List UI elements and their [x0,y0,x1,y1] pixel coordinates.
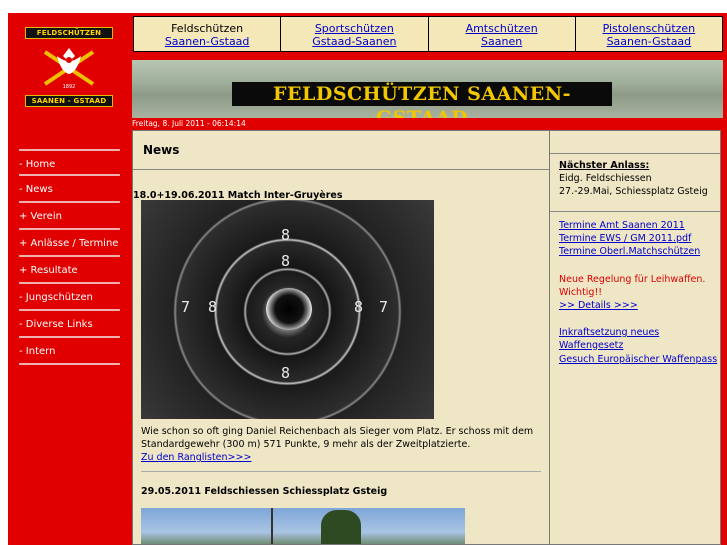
topnav-label: Gstaad-Saanen [312,35,397,48]
top-navigation: Feldschützen Saanen-Gstaad Sportschützen… [133,16,723,52]
logo-top-text: FELDSCHÜTZEN [25,27,113,39]
topnav-label: Sportschützen [314,22,394,35]
topnav-label: Saanen-Gstaad [164,35,250,48]
link-text: Gesuch Europäischer Waffenpass [559,354,718,365]
banner-title: FELDSCHÜTZEN SAANEN-GSTAAD [232,82,612,118]
topnav-feldschuetzen[interactable]: Feldschützen Saanen-Gstaad [134,17,282,51]
link-termine-amt[interactable]: Termine Amt Saanen 2011 [559,220,685,233]
club-logo[interactable]: FELDSCHÜTZEN 1892 SAANEN - GSTAAD [25,25,113,107]
right-sidebar: Nächster Anlass: Eidg. Feldschiessen 27.… [549,130,721,545]
next-event-name: Eidg. Feldschiessen [559,173,652,184]
target-number: 7 [181,298,191,316]
target-number: 8 [354,298,364,316]
target-number: 8 [281,226,291,244]
feldschiessen-photo [141,508,465,544]
target-number: 8 [281,252,291,270]
topnav-label: Saanen-Gstaad [606,35,692,48]
menu-item-jungschuetzen[interactable]: - Jungschützen [19,284,120,311]
divider [133,169,549,170]
topnav-label: Pistolenschützen [602,22,696,35]
target-number: 8 [281,364,291,382]
logo-year: 1892 [63,84,76,90]
topnav-pistolenschuetzen[interactable]: Pistolenschützen Saanen-Gstaad [576,17,722,51]
menu-item-home[interactable]: - Home [19,149,120,176]
shooting-target-image: 8 8 7 8 8 7 8 [141,200,434,419]
menu-item-diverse-links[interactable]: - Diverse Links [19,311,120,338]
news-text-line: Standardgewehr (300 m) 571 Punkte, 9 meh… [141,439,471,450]
news-text: Wie schon so oft ging Daniel Reichenbach… [141,425,533,464]
menu-item-news[interactable]: - News [19,176,120,203]
notice-wichtig: Wichtig!! [559,287,603,298]
next-event-detail: 27.-29.Mai, Schiessplatz Gsteig [559,186,708,197]
ranglisten-link[interactable]: Zu den Ranglisten>>> [141,451,533,464]
crossed-rifles-eagle-icon: 1892 [43,48,95,90]
link-text: >> Details >>> [559,300,638,311]
flag-pole [271,508,273,544]
link-waffengesetz[interactable]: Inkraftsetzung neues Waffengesetz [559,327,720,352]
topnav-label: Feldschützen [171,22,244,35]
logo-bottom-text: SAANEN - GSTAAD [25,95,113,107]
menu-item-anlaesse[interactable]: + Anlässe / Termine [19,230,120,257]
left-menu: - Home - News + Verein + Anlässe / Termi… [19,149,120,365]
news-text-line: Wie schon so oft ging Daniel Reichenbach… [141,426,534,437]
details-link[interactable]: >> Details >>> [559,300,638,313]
news-title: 29.05.2011 Feldschiessen Schiessplatz Gs… [141,486,388,497]
link-text: Inkraftsetzung neues Waffengesetz [559,327,660,351]
link-text: Termine Amt Saanen 2011 [559,220,685,231]
topnav-amtschuetzen[interactable]: Amtschützen Saanen [429,17,576,51]
header-banner: FELDSCHÜTZEN SAANEN-GSTAAD [132,60,723,118]
current-date: Freitag, 8. Juli 2011 - 06:14:14 [132,119,246,128]
menu-item-resultate[interactable]: + Resultate [19,257,120,284]
link-termine-oberl[interactable]: Termine Oberl.Matchschützen [559,246,700,259]
menu-item-verein[interactable]: + Verein [19,203,120,230]
menu-item-intern[interactable]: - Intern [19,338,120,365]
divider [550,153,720,154]
topnav-sportschuetzen[interactable]: Sportschützen Gstaad-Saanen [281,17,429,51]
target-number: 8 [208,298,218,316]
link-waffenpass[interactable]: Gesuch Europäischer Waffenpass [559,354,717,367]
bullet-hole [266,288,312,330]
link-text: Termine Oberl.Matchschützen [559,246,701,257]
page-title: News [143,143,180,157]
link-text: Termine EWS / GM 2011.pdf [559,233,692,244]
topnav-label: Saanen [481,35,523,48]
topnav-label: Amtschützen [465,22,538,35]
next-event-label: Nächster Anlass: [559,160,650,171]
target-number: 7 [379,298,389,316]
divider [141,471,541,472]
main-content: News 18.0+19.06.2011 Match Inter-Gruyère… [132,130,550,545]
divider [550,211,720,212]
tree [321,510,361,544]
notice-leihwaffen: Neue Regelung für Leihwaffen. [559,274,706,285]
page-frame: FELDSCHÜTZEN 1892 SAANEN - GSTAAD Feldsc… [8,13,727,545]
link-termine-ews[interactable]: Termine EWS / GM 2011.pdf [559,233,691,246]
